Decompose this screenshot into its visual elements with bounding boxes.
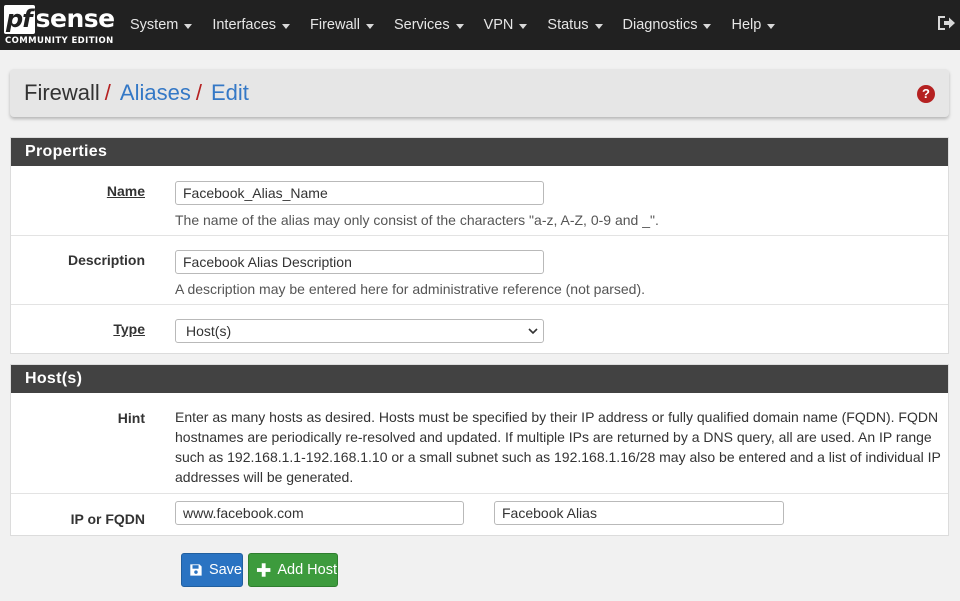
name-help-text: The name of the alias may only consist o… (175, 212, 659, 228)
menu-vpn[interactable]: VPN (474, 17, 538, 33)
chevron-down-icon (703, 23, 712, 29)
hint-label: Hint (117, 410, 145, 426)
logo-pf: pf (4, 4, 35, 34)
hint-row: Hint Enter as many hosts as desired. Hos… (11, 393, 948, 494)
chevron-down-icon (767, 23, 776, 29)
top-navbar: pf sense COMMUNITY EDITION System Interf… (0, 0, 960, 50)
breadcrumb-firewall: Firewall (24, 80, 100, 105)
breadcrumb-panel: Firewall / Aliases / Edit ? (10, 69, 949, 117)
chevron-down-icon (455, 23, 464, 29)
type-row: Type Host(s) (11, 305, 948, 353)
description-help-text: A description may be entered here for ad… (175, 281, 646, 297)
add-host-button[interactable]: Add Host (248, 553, 338, 587)
chevron-down-icon (594, 23, 603, 29)
description-input[interactable]: Facebook Alias Description (175, 250, 544, 274)
properties-heading: Properties (11, 138, 948, 166)
type-select-value: Host(s) (186, 323, 232, 339)
breadcrumb-separator: / (104, 80, 111, 105)
name-input[interactable]: Facebook_Alias_Name (175, 181, 544, 205)
main-menu: System Interfaces Firewall Services VPN … (120, 0, 785, 50)
chevron-down-icon (528, 328, 538, 335)
ip-fqdn-label: IP or FQDN (70, 511, 145, 527)
hosts-heading: Host(s) (11, 365, 948, 393)
host-entry-row: IP or FQDN www.facebook.com Facebook Ali… (11, 494, 948, 536)
save-button-label: Save (208, 562, 242, 578)
help-icon[interactable]: ? (917, 85, 935, 103)
breadcrumb-aliases[interactable]: Aliases (120, 80, 191, 106)
menu-diagnostics[interactable]: Diagnostics (613, 17, 722, 33)
breadcrumb-separator: / (195, 80, 202, 105)
chevron-down-icon (519, 23, 528, 29)
logo-sense: sense (35, 4, 115, 33)
chevron-down-icon (365, 23, 374, 29)
logout-icon[interactable] (936, 14, 956, 32)
name-row: Name Facebook_Alias_Name The name of the… (11, 166, 948, 236)
breadcrumb: Firewall / Aliases / Edit (24, 80, 249, 106)
menu-help[interactable]: Help (721, 17, 785, 33)
type-select[interactable]: Host(s) (175, 319, 544, 343)
hosts-panel: Host(s) Hint Enter as many hosts as desi… (10, 364, 949, 536)
menu-status[interactable]: Status (537, 17, 612, 33)
description-label: Description (67, 252, 145, 268)
host-description-input[interactable]: Facebook Alias (494, 501, 784, 525)
name-label: Name (106, 183, 145, 199)
menu-interfaces[interactable]: Interfaces (202, 17, 300, 33)
menu-services[interactable]: Services (384, 17, 474, 33)
chevron-down-icon (184, 23, 193, 29)
properties-panel: Properties Name Facebook_Alias_Name The … (10, 137, 949, 354)
ip-fqdn-input[interactable]: www.facebook.com (175, 501, 464, 525)
hint-text: Enter as many hosts as desired. Hosts mu… (175, 409, 941, 485)
plus-icon (256, 563, 271, 577)
type-label: Type (113, 321, 145, 337)
save-icon (190, 564, 202, 576)
chevron-down-icon (282, 23, 291, 29)
menu-firewall[interactable]: Firewall (300, 17, 384, 33)
logo-edition: COMMUNITY EDITION (5, 36, 114, 46)
breadcrumb-edit[interactable]: Edit (211, 80, 249, 106)
description-row: Description Facebook Alias Description A… (11, 236, 948, 305)
add-host-button-label: Add Host (277, 562, 337, 578)
save-button[interactable]: Save (181, 553, 243, 587)
menu-system[interactable]: System (120, 17, 202, 33)
pfsense-logo[interactable]: pf sense COMMUNITY EDITION (4, 3, 115, 47)
